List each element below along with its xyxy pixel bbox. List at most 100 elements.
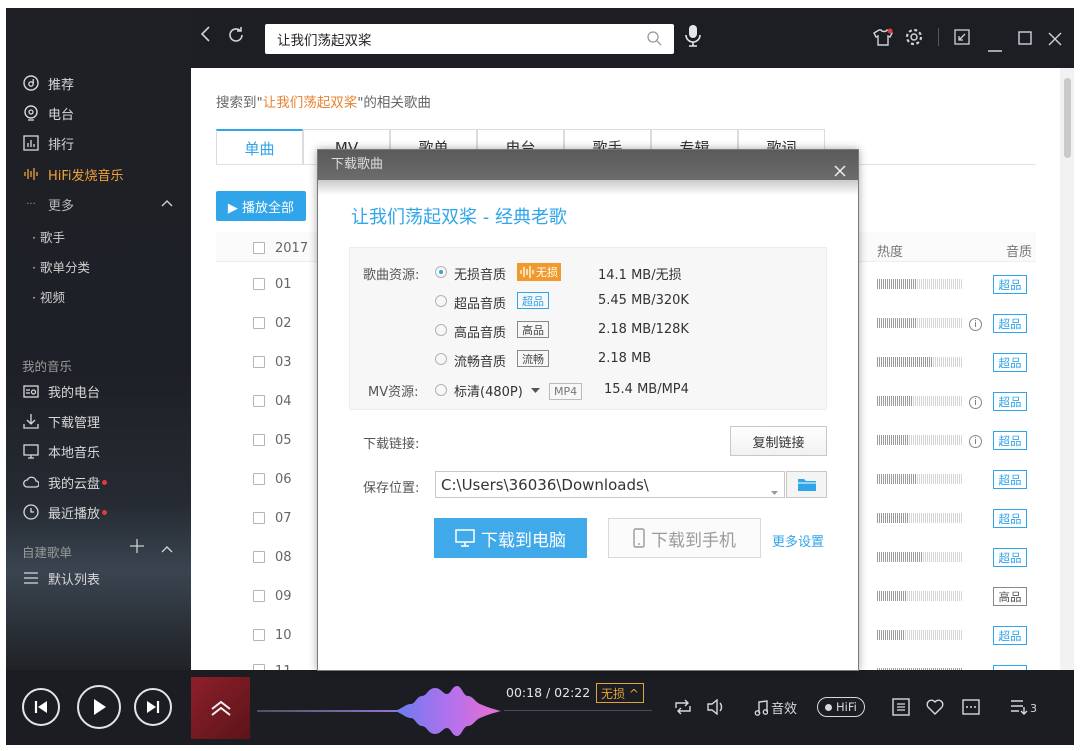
checkbox[interactable]: [253, 590, 265, 602]
tab-songs[interactable]: 单曲: [216, 129, 303, 165]
save-path-input[interactable]: C:\Users\36036\Downloads\: [435, 471, 785, 498]
quality-selector[interactable]: 无损 ^: [596, 683, 644, 703]
table-row[interactable]: 07: [253, 508, 292, 528]
sidebar-item-ranking[interactable]: 排行: [22, 131, 74, 155]
checkbox[interactable]: [253, 278, 265, 290]
gear-icon[interactable]: [905, 28, 923, 51]
table-row[interactable]: 08: [253, 547, 292, 567]
monitor-icon: [455, 529, 475, 547]
table-row[interactable]: 01: [253, 274, 292, 294]
sidebar-sub-playlist-category[interactable]: · 歌单分类: [32, 257, 90, 276]
table-row[interactable]: 02: [253, 313, 292, 333]
sound-effect-button[interactable]: 音效: [754, 698, 797, 717]
play-button[interactable]: [77, 685, 121, 729]
quality-radio-super[interactable]: [435, 295, 447, 307]
download-to-phone-button[interactable]: 下载到手机: [608, 518, 761, 558]
quality-radio-lossless[interactable]: [435, 266, 447, 278]
collapse-playlists-icon[interactable]: [161, 543, 173, 558]
mv-radio[interactable]: [435, 384, 447, 396]
resource-panel: [349, 247, 827, 410]
play-all-button[interactable]: ▶ 播放全部: [216, 191, 306, 221]
playlist-queue-button[interactable]: 3: [1010, 699, 1037, 715]
sidebar-item-local-music[interactable]: 本地音乐: [22, 439, 100, 463]
folder-icon: [797, 479, 816, 491]
checkbox[interactable]: [253, 512, 265, 524]
quality-badge: 超品: [993, 392, 1027, 411]
next-track-button[interactable]: [134, 688, 172, 726]
sidebar-item-recommend[interactable]: 推荐: [22, 71, 74, 95]
more-settings-link[interactable]: 更多设置: [772, 531, 824, 550]
sidebar-item-download-manager[interactable]: 下载管理: [22, 409, 100, 433]
dropdown-caret-icon[interactable]: [771, 482, 778, 497]
table-row[interactable]: 04: [253, 391, 292, 411]
lyrics-window-icon[interactable]: [892, 698, 910, 720]
heat-bar: [877, 279, 963, 289]
volume-icon[interactable]: [707, 698, 727, 719]
checkbox[interactable]: [253, 395, 265, 407]
scrollbar-track[interactable]: [1060, 68, 1074, 670]
info-icon[interactable]: i: [969, 435, 982, 448]
sidebar-item-default-list[interactable]: 默认列表: [22, 566, 100, 590]
minimize-icon[interactable]: [988, 36, 1002, 57]
quality-option-label: 超品音质: [454, 297, 507, 312]
table-row[interactable]: 06: [253, 469, 292, 489]
skin-shirt-icon[interactable]: [873, 28, 893, 51]
checkbox[interactable]: [253, 434, 265, 446]
more-options-icon[interactable]: [962, 699, 980, 719]
hifi-wave-icon: [520, 266, 534, 278]
my-music-heading: 我的音乐: [22, 359, 73, 374]
checkbox[interactable]: [253, 473, 265, 485]
sidebar-item-hifi[interactable]: HiFi发烧音乐: [22, 162, 124, 186]
checkbox[interactable]: [253, 356, 265, 368]
add-playlist-icon[interactable]: [130, 539, 144, 557]
progress-remaining[interactable]: [504, 710, 652, 711]
sidebar-item-more[interactable]: ··· 更多: [22, 192, 74, 216]
sidebar-sub-video[interactable]: · 视频: [32, 287, 65, 306]
download-to-pc-button[interactable]: 下载到电脑: [434, 518, 587, 558]
table-row[interactable]: 05: [253, 430, 292, 450]
table-row[interactable]: 03: [253, 352, 292, 372]
microphone-icon[interactable]: [685, 24, 701, 53]
quality-radio-smooth[interactable]: [435, 353, 447, 365]
sidebar-item-my-radio[interactable]: 我的电台: [22, 379, 100, 403]
search-input[interactable]: 让我们荡起双桨: [265, 24, 674, 54]
file-size: 5.45 MB/320K: [598, 293, 689, 308]
repeat-icon[interactable]: [674, 699, 692, 719]
close-icon[interactable]: [1048, 30, 1062, 51]
back-icon[interactable]: [199, 25, 211, 48]
hifi-toggle[interactable]: HiFi: [817, 697, 865, 717]
maximize-icon[interactable]: [1018, 29, 1032, 50]
progress-played[interactable]: [257, 710, 412, 712]
search-icon[interactable]: [646, 30, 662, 50]
dialog-title-bar: 下载歌曲: [318, 150, 858, 180]
quality-radio-high[interactable]: [435, 324, 447, 336]
mini-mode-icon[interactable]: [954, 29, 970, 50]
caret-down-icon[interactable]: [531, 384, 540, 399]
copy-link-button[interactable]: 复制链接: [730, 426, 827, 456]
radio-icon: [22, 104, 40, 122]
sidebar-item-cloud[interactable]: 我的云盘: [22, 470, 108, 494]
table-row[interactable]: 09: [253, 586, 292, 606]
album-cover[interactable]: [191, 677, 250, 739]
previous-track-button[interactable]: [22, 688, 60, 726]
sidebar-item-radio[interactable]: 电台: [22, 101, 74, 125]
hifi-wave-icon: [22, 165, 40, 183]
sidebar-item-recent[interactable]: 最近播放: [22, 500, 108, 524]
select-all-row[interactable]: 2017: [253, 238, 308, 258]
info-icon[interactable]: i: [969, 396, 982, 409]
checkbox[interactable]: [253, 551, 265, 563]
heat-bar: [877, 513, 963, 523]
sidebar-sub-singer[interactable]: · 歌手: [32, 227, 65, 246]
browse-folder-button[interactable]: [786, 471, 827, 498]
download-pc-label: 下载到电脑: [481, 530, 566, 551]
checkbox[interactable]: [253, 317, 265, 329]
info-icon[interactable]: i: [969, 318, 982, 331]
heart-icon[interactable]: [926, 699, 944, 719]
refresh-icon[interactable]: [227, 26, 245, 49]
checkbox[interactable]: [253, 629, 265, 641]
checkbox[interactable]: [253, 242, 265, 254]
collapse-chevron-icon[interactable]: [161, 197, 173, 211]
save-location-label: 保存位置:: [363, 481, 420, 496]
scrollbar-thumb[interactable]: [1064, 78, 1071, 158]
table-row[interactable]: 10: [253, 625, 292, 645]
